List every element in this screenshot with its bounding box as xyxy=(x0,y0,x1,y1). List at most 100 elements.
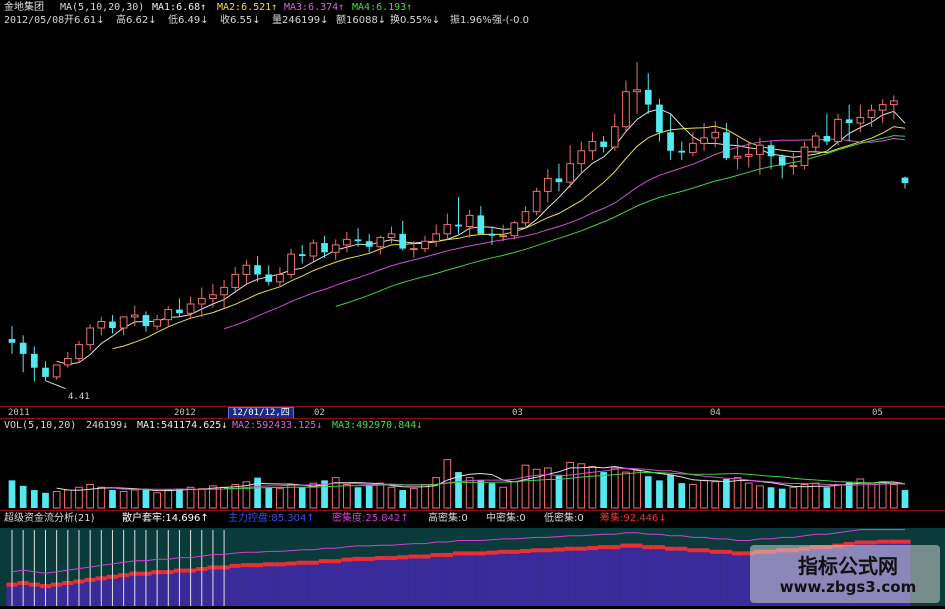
density: 密集度:25.842↑ xyxy=(332,513,409,524)
flow-bar-cap xyxy=(285,561,297,566)
flow-bar xyxy=(374,556,386,606)
flow-bar-cap xyxy=(419,554,431,559)
flow-bar-cap xyxy=(374,556,386,561)
stock-chart-window: 金地集团 MA(5,10,20,30) MA1:6.68↑ MA2:6.521↑… xyxy=(0,0,945,609)
flow-bar-cap xyxy=(274,562,286,567)
watermark-title: 指标公式网 xyxy=(798,554,898,578)
flow-bar xyxy=(676,546,688,606)
flow-bar xyxy=(441,552,453,606)
flow-bar xyxy=(609,545,621,606)
flow-bar-cap xyxy=(653,545,666,550)
flow-bar xyxy=(274,562,286,606)
flow-bar xyxy=(363,556,375,606)
flow-bar xyxy=(665,546,677,606)
flow-bar xyxy=(251,563,264,606)
flow-bar xyxy=(397,555,409,606)
flow-bar-cap xyxy=(318,559,331,564)
flow-bar-cap xyxy=(698,548,710,553)
flow-bar-cap xyxy=(553,547,565,552)
high-density: 高密集:0 xyxy=(428,513,468,524)
flow-bar xyxy=(486,550,498,606)
flow-bar xyxy=(385,556,398,606)
watermark-url: www.zbgs3.com xyxy=(779,578,917,596)
flow-bar-cap xyxy=(263,562,275,567)
flow-bar-cap xyxy=(296,560,308,565)
flow-bar xyxy=(687,548,699,606)
flow-bar-cap xyxy=(408,554,420,559)
flow-bar-cap xyxy=(531,548,543,553)
flow-bar-cap xyxy=(609,545,621,550)
flow-bar xyxy=(508,549,520,606)
flow-bar-cap xyxy=(475,551,487,556)
flow-bar-cap xyxy=(307,560,319,565)
flow-bar-cap xyxy=(486,550,498,555)
flow-bar xyxy=(575,546,587,606)
flow-bar xyxy=(408,554,420,606)
flow-bar-cap xyxy=(352,556,364,561)
flow-bar xyxy=(318,559,331,606)
flow-bar xyxy=(553,547,565,606)
flow-bar-cap xyxy=(709,549,721,554)
flow-bar-cap xyxy=(240,563,252,568)
flow-bar-cap xyxy=(251,563,264,568)
flow-bar xyxy=(452,551,465,606)
flow-bar-cap xyxy=(575,546,587,551)
flow-bar-cap xyxy=(720,549,732,554)
flow-bar-cap xyxy=(430,552,442,557)
flow-bar-cap xyxy=(385,556,398,561)
flow-bar-cap xyxy=(586,545,599,550)
flow-bar-cap xyxy=(330,559,342,564)
flow-bar-cap xyxy=(229,563,241,568)
flow-bar xyxy=(620,543,632,606)
flow-bar-cap xyxy=(631,543,643,548)
flow-bar-cap xyxy=(731,551,744,556)
flow-bar xyxy=(229,563,241,606)
mid-density: 中密集:0 xyxy=(486,513,526,524)
flow-bar-cap xyxy=(441,552,453,557)
retail-trapped: 散户套牢:14.696↑ xyxy=(122,513,209,524)
flow-bar-cap xyxy=(508,549,520,554)
flow-bar xyxy=(285,561,297,606)
flow-bar-cap xyxy=(341,557,353,562)
flow-bar xyxy=(720,549,732,606)
flow-bar xyxy=(419,554,431,606)
chip-gather: 筹集:92.446↓ xyxy=(600,513,667,524)
flow-bar-cap xyxy=(854,540,866,545)
flow-bar xyxy=(240,563,252,606)
flow-bar-cap xyxy=(363,556,375,561)
flow-bar xyxy=(330,559,342,606)
flow-bar-cap xyxy=(899,539,911,544)
flow-bar xyxy=(631,543,643,606)
flow-bar-cap xyxy=(397,555,409,560)
flow-bar xyxy=(430,552,442,606)
flow-bar-cap xyxy=(542,548,554,553)
flow-bar xyxy=(598,545,610,606)
flow-bar xyxy=(698,548,710,606)
flow-bar-cap xyxy=(620,543,632,548)
flow-bar xyxy=(653,545,666,606)
flow-bar xyxy=(307,560,319,606)
flow-bar-cap xyxy=(452,551,465,556)
main-control: 主力控盘:85.304↑ xyxy=(228,513,315,524)
flow-bar-cap xyxy=(464,551,476,556)
flow-bar-cap xyxy=(877,539,889,544)
flow-bar xyxy=(531,548,543,606)
flow-bar xyxy=(341,557,353,606)
flow-bar-cap xyxy=(888,539,900,544)
low-density: 低密集:0 xyxy=(544,513,584,524)
flow-bar-cap xyxy=(687,548,699,553)
flow-title: 超级资金流分析(21) xyxy=(4,513,95,524)
flow-bar-cap xyxy=(865,540,878,545)
flow-bar xyxy=(586,545,599,606)
flow-bar xyxy=(263,562,275,606)
flow-bar-cap xyxy=(519,549,532,554)
flow-bar-cap xyxy=(665,546,677,551)
flow-bar xyxy=(642,545,654,606)
flow-bar xyxy=(497,549,509,606)
flow-bar-cap xyxy=(642,545,654,550)
flow-bar xyxy=(475,551,487,606)
flow-bar xyxy=(296,560,308,606)
flow-bar xyxy=(709,549,721,606)
flow-bar xyxy=(542,548,554,606)
flow-bar xyxy=(731,551,744,606)
